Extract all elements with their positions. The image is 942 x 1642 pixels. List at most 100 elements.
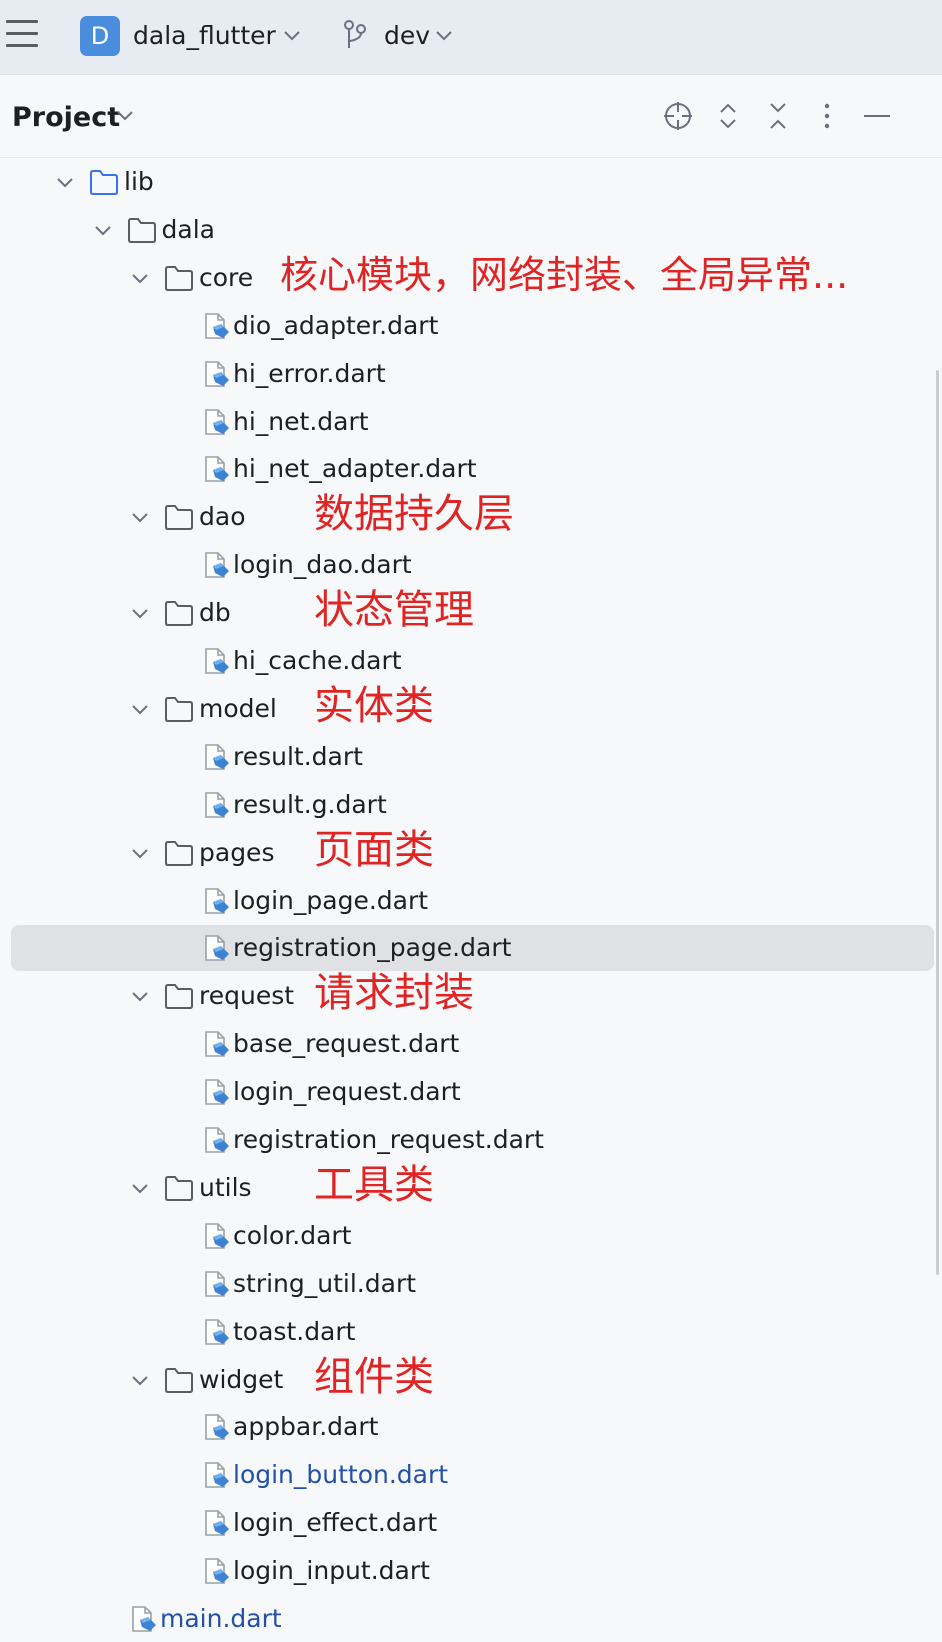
file-label: hi_net.dart	[233, 406, 369, 436]
dart-file-icon	[202, 647, 232, 675]
dart-file-icon	[129, 1605, 159, 1633]
dart-file-icon	[202, 1461, 232, 1489]
tree-file-row[interactable]: base_request.dart	[0, 1021, 942, 1067]
tree-file-row[interactable]: main.dart	[0, 1596, 942, 1642]
file-label: login_effect.dart	[233, 1508, 438, 1538]
minimize-icon[interactable]	[860, 99, 894, 133]
project-chevron-down-icon[interactable]	[282, 29, 302, 43]
tree-folder-row[interactable]: request 请求封装	[0, 970, 942, 1019]
folder-label: request	[199, 981, 295, 1011]
tree-folder-row[interactable]: dala	[0, 207, 942, 253]
dart-file-icon	[202, 1413, 232, 1441]
tree-file-row[interactable]: appbar.dart	[0, 1404, 942, 1450]
tree-file-row[interactable]: result.dart	[0, 734, 942, 780]
folder-icon	[164, 503, 194, 531]
tree-file-row[interactable]: hi_cache.dart	[0, 638, 942, 684]
dart-file-icon	[202, 1270, 232, 1298]
tree-folder-row[interactable]: dao 数据持久层	[0, 491, 942, 540]
branch-name[interactable]: dev	[384, 20, 430, 52]
tree-folder-row[interactable]: model 实体类	[0, 683, 942, 732]
expand-chevron-icon[interactable]	[55, 175, 75, 189]
file-label: login_request.dart	[233, 1077, 461, 1107]
folder-label: pages	[199, 837, 275, 867]
tree-file-row[interactable]: hi_net_adapter.dart	[0, 446, 942, 492]
folder-label: dala	[161, 214, 215, 244]
expand-chevron-icon[interactable]	[130, 846, 150, 860]
file-label: login_page.dart	[233, 885, 429, 915]
tree-file-row[interactable]: dio_adapter.dart	[0, 303, 942, 349]
tree-file-row[interactable]: login_effect.dart	[0, 1500, 942, 1546]
folder-icon	[164, 695, 194, 723]
expand-chevron-icon[interactable]	[130, 510, 150, 524]
tree-file-row[interactable]: registration_request.dart	[0, 1117, 942, 1163]
tree-folder-row[interactable]: widget 组件类	[0, 1354, 942, 1403]
tree-file-row[interactable]: registration_page.dart	[0, 925, 942, 972]
locate-icon[interactable]	[661, 99, 695, 133]
expand-chevron-icon[interactable]	[130, 702, 150, 716]
tree-folder-row[interactable]: pages 页面类	[0, 827, 942, 876]
file-label: result.g.dart	[233, 789, 387, 819]
dart-file-icon	[202, 1318, 232, 1346]
dart-file-icon	[202, 1509, 232, 1537]
file-label: dio_adapter.dart	[233, 310, 439, 340]
dart-file-icon	[202, 360, 232, 388]
folder-icon	[127, 216, 157, 244]
folder-icon	[164, 1174, 194, 1202]
expand-all-icon[interactable]	[711, 99, 745, 133]
annotation-note: 工具类	[314, 1161, 434, 1208]
tree-file-row[interactable]: login_request.dart	[0, 1069, 942, 1115]
tree-file-row[interactable]: result.g.dart	[0, 782, 942, 828]
tree-folder-row[interactable]: core 核心模块，网络封装、全局异常...	[0, 253, 942, 301]
dart-file-icon	[202, 1557, 232, 1585]
project-name[interactable]: dala_flutter	[133, 20, 276, 52]
annotation-note: 核心模块，网络封装、全局异常...	[280, 252, 849, 297]
expand-chevron-icon[interactable]	[130, 271, 150, 285]
project-toolwindow-header: Project	[0, 75, 942, 158]
tree-file-row[interactable]: toast.dart	[0, 1309, 942, 1355]
file-label: login_input.dart	[233, 1556, 430, 1586]
file-label: login_dao.dart	[233, 550, 412, 580]
file-label: appbar.dart	[233, 1412, 379, 1442]
tree-file-row[interactable]: string_util.dart	[0, 1261, 942, 1307]
tree-folder-row[interactable]: utils 工具类	[0, 1162, 942, 1211]
expand-chevron-icon[interactable]	[93, 223, 113, 237]
file-label: hi_net_adapter.dart	[233, 454, 477, 484]
view-chevron-down-icon[interactable]	[115, 109, 135, 123]
file-label: login_button.dart	[233, 1460, 449, 1490]
more-icon[interactable]	[810, 99, 844, 133]
expand-chevron-icon[interactable]	[130, 1181, 150, 1195]
tree-folder-row[interactable]: db 状态管理	[0, 587, 942, 636]
collapse-all-icon[interactable]	[761, 99, 795, 133]
tree-file-row[interactable]: login_dao.dart	[0, 542, 942, 588]
annotation-note: 状态管理	[314, 587, 474, 634]
tree-file-row[interactable]: login_button.dart	[0, 1452, 942, 1498]
annotation-note: 数据持久层	[314, 491, 514, 538]
expand-chevron-icon[interactable]	[130, 1373, 150, 1387]
tree-file-row[interactable]: hi_net.dart	[0, 399, 942, 445]
file-label: registration_request.dart	[233, 1125, 544, 1154]
tree-file-row[interactable]: hi_error.dart	[0, 351, 942, 397]
dart-file-icon	[202, 455, 232, 483]
tree-file-row[interactable]: login_input.dart	[0, 1548, 942, 1594]
dart-file-icon	[202, 743, 232, 771]
folder-icon	[164, 264, 194, 292]
vertical-scrollbar[interactable]	[936, 370, 939, 1275]
dart-file-icon	[202, 887, 232, 915]
dart-file-icon	[202, 934, 232, 962]
folder-label: widget	[199, 1364, 284, 1394]
toolwindow-title[interactable]: Project	[12, 101, 120, 135]
main-menu-icon[interactable]	[6, 20, 38, 48]
expand-chevron-icon[interactable]	[130, 989, 150, 1003]
dart-file-icon	[202, 312, 232, 340]
dart-file-icon	[202, 1126, 232, 1154]
branch-chevron-down-icon[interactable]	[434, 29, 454, 43]
project-badge[interactable]: D	[80, 16, 120, 56]
expand-chevron-icon[interactable]	[130, 606, 150, 620]
file-label: hi_cache.dart	[233, 646, 402, 675]
folder-label: core	[199, 262, 254, 292]
tree-file-row[interactable]: color.dart	[0, 1213, 942, 1259]
branch-icon[interactable]	[342, 19, 368, 51]
dart-file-icon	[202, 551, 232, 579]
tree-folder-row[interactable]: lib	[0, 159, 942, 205]
tree-file-row[interactable]: login_page.dart	[0, 878, 942, 924]
